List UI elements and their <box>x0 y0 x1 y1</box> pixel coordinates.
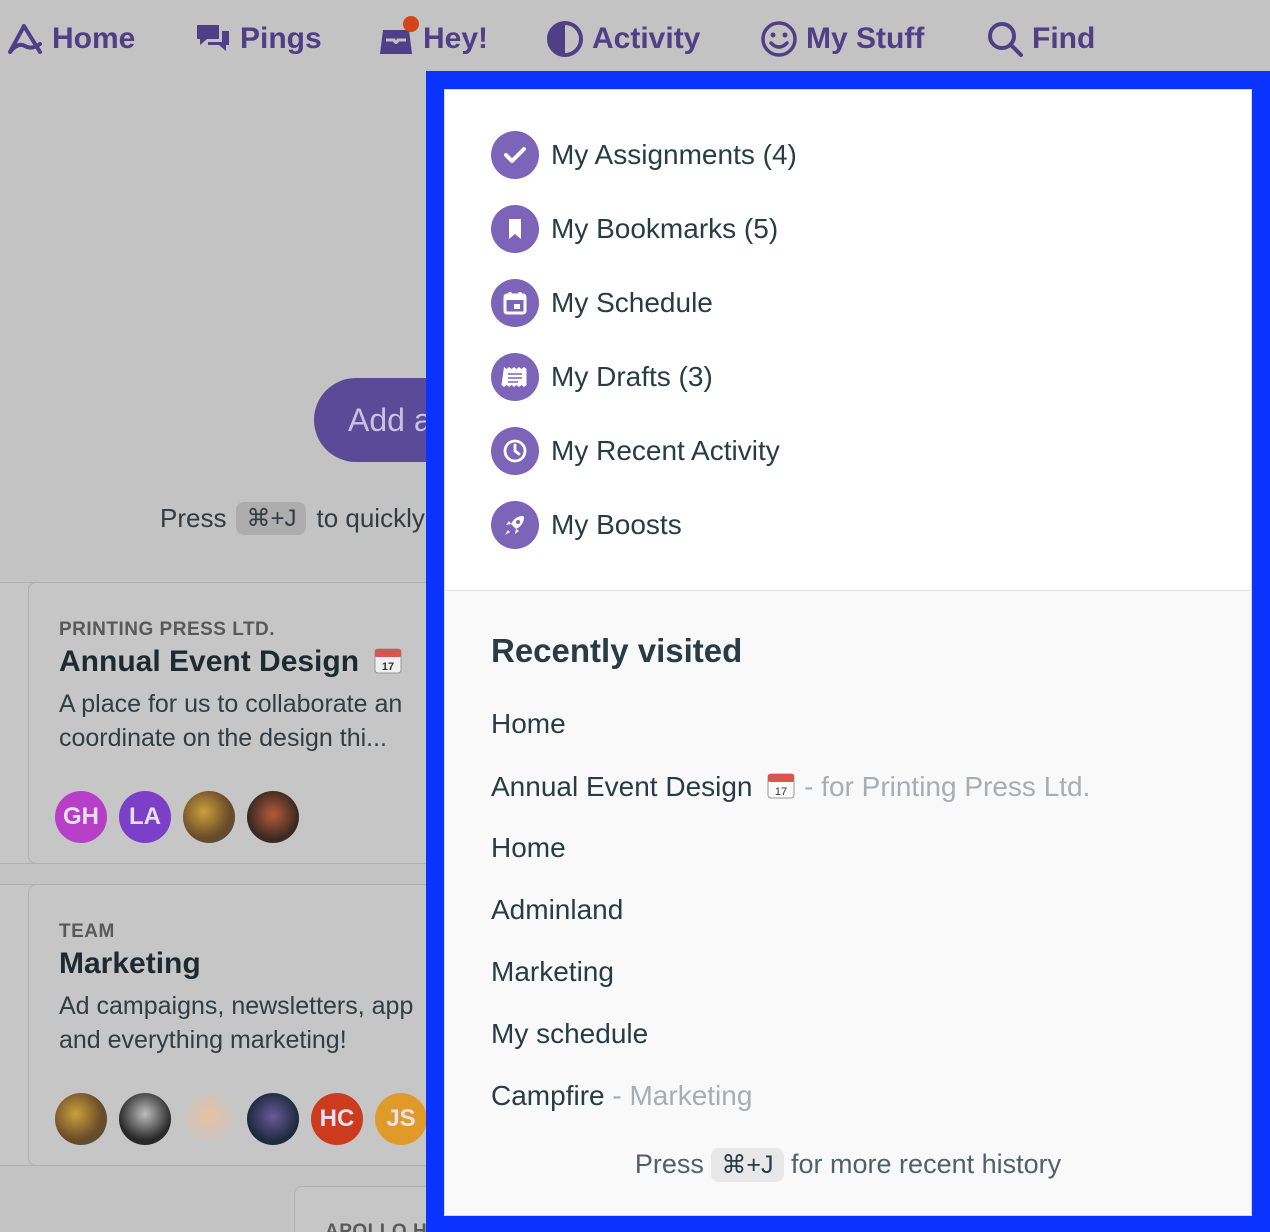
svg-text:17: 17 <box>382 661 394 673</box>
project-card[interactable]: TEAM Marketing Ad campaigns, newsletters… <box>28 884 448 1166</box>
avatar[interactable] <box>247 791 299 843</box>
card-title-text: Annual Event Design <box>59 645 360 678</box>
calendar-emoji-icon: 17 <box>374 648 402 674</box>
nav-home-label: Home <box>52 22 136 55</box>
recent-item-sublabel: - for Printing Press Ltd. <box>804 771 1091 802</box>
bookmark-icon <box>491 205 539 253</box>
recent-item-my-schedule[interactable]: My schedule <box>491 1018 648 1050</box>
nav-find-label: Find <box>1032 22 1096 55</box>
nav-pings[interactable]: Pings <box>194 14 322 64</box>
nav-pings-label: Pings <box>240 22 322 55</box>
my-stuff-menu: My Assignments (4) My Bookmarks (5) My S… <box>445 90 1251 591</box>
card-avatars: HC JS <box>55 1093 427 1145</box>
avatar[interactable]: LA <box>119 791 171 843</box>
nav-find[interactable]: Find <box>986 14 1095 64</box>
avatar[interactable] <box>183 791 235 843</box>
menu-item-my-assignments[interactable]: My Assignments (4) <box>491 130 797 180</box>
nav-my-stuff-label: My Stuff <box>806 22 925 55</box>
recent-item-annual-event-design[interactable]: Annual Event Design 17 - for Printing Pr… <box>491 770 1090 803</box>
avatar[interactable] <box>183 1093 235 1145</box>
recent-item-sublabel: - Marketing <box>612 1080 753 1111</box>
avatar[interactable]: HC <box>311 1093 363 1145</box>
draft-document-icon <box>491 353 539 401</box>
notification-dot <box>403 16 419 32</box>
recent-item-marketing[interactable]: Marketing <box>491 956 614 988</box>
nav-activity[interactable]: Activity <box>546 14 700 64</box>
project-card[interactable]: PRINTING PRESS LTD. Annual Event Design … <box>28 582 448 864</box>
recent-item-label: Home <box>491 832 566 863</box>
menu-item-label: My Boosts <box>551 509 682 540</box>
card-description: A place for us to collaborate an coordin… <box>59 687 417 755</box>
card-avatars: GH LA <box>55 791 299 843</box>
hint-shortcut-key: ⌘+J <box>236 502 307 535</box>
chat-bubbles-icon <box>194 20 232 58</box>
hint-press-text: Press <box>160 503 227 533</box>
card-account-name: PRINTING PRESS LTD. <box>59 619 276 640</box>
card-desc-line: A place for us to collaborate an <box>59 690 403 718</box>
recent-item-label: Home <box>491 708 566 739</box>
recent-item-label: My schedule <box>491 1018 649 1049</box>
card-desc-line: Ad campaigns, newsletters, app <box>59 992 414 1020</box>
card-desc-line: and everything marketing! <box>59 1026 347 1054</box>
nav-my-stuff[interactable]: My Stuff <box>760 14 924 64</box>
recent-item-home[interactable]: Home <box>491 832 566 864</box>
nav-activity-label: Activity <box>592 22 701 55</box>
menu-item-label: My Bookmarks (5) <box>551 213 779 244</box>
basecamp-mountain-icon <box>6 20 44 58</box>
avatar[interactable]: GH <box>55 791 107 843</box>
recent-item-label: Campfire <box>491 1080 605 1111</box>
add-button-label: Add a <box>348 401 432 438</box>
smiley-face-icon <box>760 20 798 58</box>
menu-item-my-schedule[interactable]: My Schedule <box>491 278 713 328</box>
nav-hey[interactable]: Hey! <box>377 14 488 64</box>
inbox-tray-icon <box>377 16 419 58</box>
my-stuff-dropdown: My Assignments (4) My Bookmarks (5) My S… <box>444 89 1252 1216</box>
calendar-icon <box>491 279 539 327</box>
recent-item-label: Annual Event Design <box>491 771 753 802</box>
hint-shortcut-key: ⌘+J <box>711 1148 784 1182</box>
clock-icon <box>491 427 539 475</box>
rocket-icon <box>491 501 539 549</box>
avatar[interactable]: JS <box>375 1093 427 1145</box>
card-account-name: TEAM <box>59 921 115 942</box>
hint-press-text: Press <box>634 1149 704 1179</box>
calendar-emoji-icon: 17 <box>767 773 795 799</box>
menu-item-my-drafts[interactable]: My Drafts (3) <box>491 352 713 402</box>
magnifier-icon <box>986 20 1024 58</box>
keyboard-hint: Press ⌘+J to quickly <box>160 502 425 535</box>
menu-item-my-recent-activity[interactable]: My Recent Activity <box>491 426 780 476</box>
nav-home[interactable]: Home <box>6 14 135 64</box>
recent-history-hint: Press ⌘+J for more recent history <box>445 1148 1251 1182</box>
menu-item-my-boosts[interactable]: My Boosts <box>491 500 682 550</box>
recent-item-home[interactable]: Home <box>491 708 566 740</box>
menu-item-my-bookmarks[interactable]: My Bookmarks (5) <box>491 204 778 254</box>
avatar[interactable] <box>119 1093 171 1145</box>
checkmark-icon <box>491 131 539 179</box>
svg-text:17: 17 <box>775 786 787 798</box>
menu-item-label: My Drafts (3) <box>551 361 713 392</box>
card-title: Annual Event Design 17 <box>59 645 417 679</box>
recent-item-label: Marketing <box>491 956 614 987</box>
menu-item-label: My Recent Activity <box>551 435 780 466</box>
recent-item-campfire[interactable]: Campfire - Marketing <box>491 1080 752 1112</box>
recently-visited-heading: Recently visited <box>491 632 743 669</box>
recent-item-label: Adminland <box>491 894 624 925</box>
top-navigation: Home Pings Hey! Activity My Stuff Find <box>0 0 1270 80</box>
half-moon-icon <box>546 20 584 58</box>
avatar[interactable] <box>247 1093 299 1145</box>
card-description: Ad campaigns, newsletters, app and every… <box>59 989 417 1057</box>
hint-rest-text: to quickly <box>316 503 425 533</box>
avatar[interactable] <box>55 1093 107 1145</box>
card-title: Marketing <box>59 947 201 980</box>
menu-item-label: My Assignments (4) <box>551 139 797 170</box>
menu-item-label: My Schedule <box>551 287 713 318</box>
hint-rest-text: for more recent history <box>791 1149 1062 1179</box>
nav-hey-label: Hey! <box>423 22 489 55</box>
card-desc-line: coordinate on the design thi... <box>59 724 388 752</box>
recent-item-adminland[interactable]: Adminland <box>491 894 623 926</box>
